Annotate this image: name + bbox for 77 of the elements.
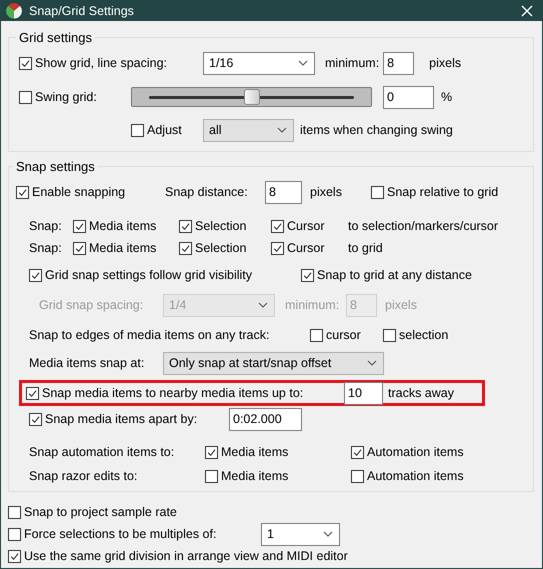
label: Snap razor edits to: xyxy=(29,469,138,483)
close-icon[interactable] xyxy=(521,4,533,16)
checkbox[interactable]: Selection xyxy=(179,219,271,233)
dropdown[interactable]: 1/16 xyxy=(203,52,315,74)
label: Snap: xyxy=(29,241,63,255)
label: Snap to edges of media items on any track: xyxy=(29,328,270,342)
check-icon xyxy=(74,242,85,254)
checkbox[interactable]: Use the same grid division in arrange view and MIDI editor xyxy=(8,549,348,563)
check-icon xyxy=(30,414,41,424)
checkbox[interactable]: Snap relative to grid xyxy=(371,185,498,199)
check-icon xyxy=(272,242,283,254)
chevron-down-icon xyxy=(258,302,268,308)
app-icon xyxy=(6,2,22,18)
checkbox[interactable]: Force selections to be multiples of: xyxy=(8,527,261,541)
checkbox[interactable]: Swing grid: xyxy=(19,90,131,104)
check-icon xyxy=(206,446,217,458)
label: Grid snap spacing: xyxy=(39,298,144,312)
checkbox[interactable]: Adjust xyxy=(131,123,203,137)
check-icon xyxy=(27,388,38,398)
checkbox[interactable]: Enable snapping xyxy=(16,185,165,199)
label: minimum: xyxy=(285,298,340,312)
dropdown[interactable]: Only snap at start/snap offset xyxy=(163,352,384,374)
check-icon xyxy=(352,446,363,458)
checkbox[interactable]: Media items xyxy=(205,445,351,459)
check-icon xyxy=(180,242,191,254)
label: items when changing swing xyxy=(300,123,453,137)
group-title: Snap settings xyxy=(15,159,96,174)
group-title: Grid settings xyxy=(18,30,93,45)
text-field[interactable]: 0:02.000 xyxy=(229,408,302,430)
check-icon xyxy=(302,270,313,280)
text-field[interactable]: 8 xyxy=(265,180,302,204)
label: Snap: xyxy=(29,219,63,233)
chevron-down-icon xyxy=(323,531,333,537)
check-icon xyxy=(17,186,28,198)
label: Snap distance: xyxy=(165,185,249,199)
checkbox[interactable]: Media items xyxy=(73,219,179,233)
checkbox[interactable]: Snap media items to nearby media items up to: xyxy=(26,386,344,400)
checkbox[interactable]: Cursor xyxy=(271,219,348,233)
dropdown[interactable]: all xyxy=(203,118,294,142)
check-icon xyxy=(180,220,191,232)
label: minimum: xyxy=(325,56,380,70)
chevron-down-icon xyxy=(367,360,377,366)
chevron-down-icon xyxy=(277,127,287,133)
check-icon xyxy=(74,220,85,232)
label: pixels xyxy=(310,185,343,199)
label: % xyxy=(441,90,452,104)
label: Snap automation items to: xyxy=(29,445,176,459)
checkbox[interactable]: Automation items xyxy=(351,469,464,483)
check-icon xyxy=(272,220,283,232)
chevron-down-icon xyxy=(298,60,308,66)
text-field[interactable]: 8 xyxy=(383,52,414,74)
checkbox[interactable]: Snap to project sample rate xyxy=(8,505,177,519)
checkbox[interactable]: cursor xyxy=(310,328,383,342)
label: Media items snap at: xyxy=(29,356,146,370)
checkbox[interactable]: Media items xyxy=(205,469,351,483)
checkbox[interactable]: Automation items xyxy=(351,445,464,459)
checkbox[interactable]: Show grid, line spacing: xyxy=(19,56,203,70)
text-field[interactable]: 0 xyxy=(383,86,434,108)
label: pixels xyxy=(429,56,462,70)
check-icon xyxy=(20,58,31,68)
checkbox[interactable]: Cursor xyxy=(271,241,348,255)
label: to grid xyxy=(348,241,383,255)
slider[interactable] xyxy=(131,87,372,107)
checkbox[interactable]: selection xyxy=(383,328,448,342)
checkbox[interactable]: Snap media items apart by: xyxy=(29,412,229,426)
label: to selection/markers/cursor xyxy=(348,219,498,233)
label: tracks away xyxy=(388,386,454,400)
check-icon xyxy=(9,550,20,562)
checkbox[interactable]: Grid snap settings follow grid visibility xyxy=(29,268,301,282)
window-title: Snap/Grid Settings xyxy=(29,4,135,18)
text-field[interactable]: 10 xyxy=(344,382,383,404)
dropdown[interactable]: 1 xyxy=(261,522,340,546)
checkbox[interactable]: Media items xyxy=(73,241,179,255)
check-icon xyxy=(30,270,41,280)
checkbox[interactable]: Selection xyxy=(179,241,271,255)
label: pixels xyxy=(385,298,417,312)
checkbox[interactable]: Snap to grid at any distance xyxy=(301,268,472,282)
